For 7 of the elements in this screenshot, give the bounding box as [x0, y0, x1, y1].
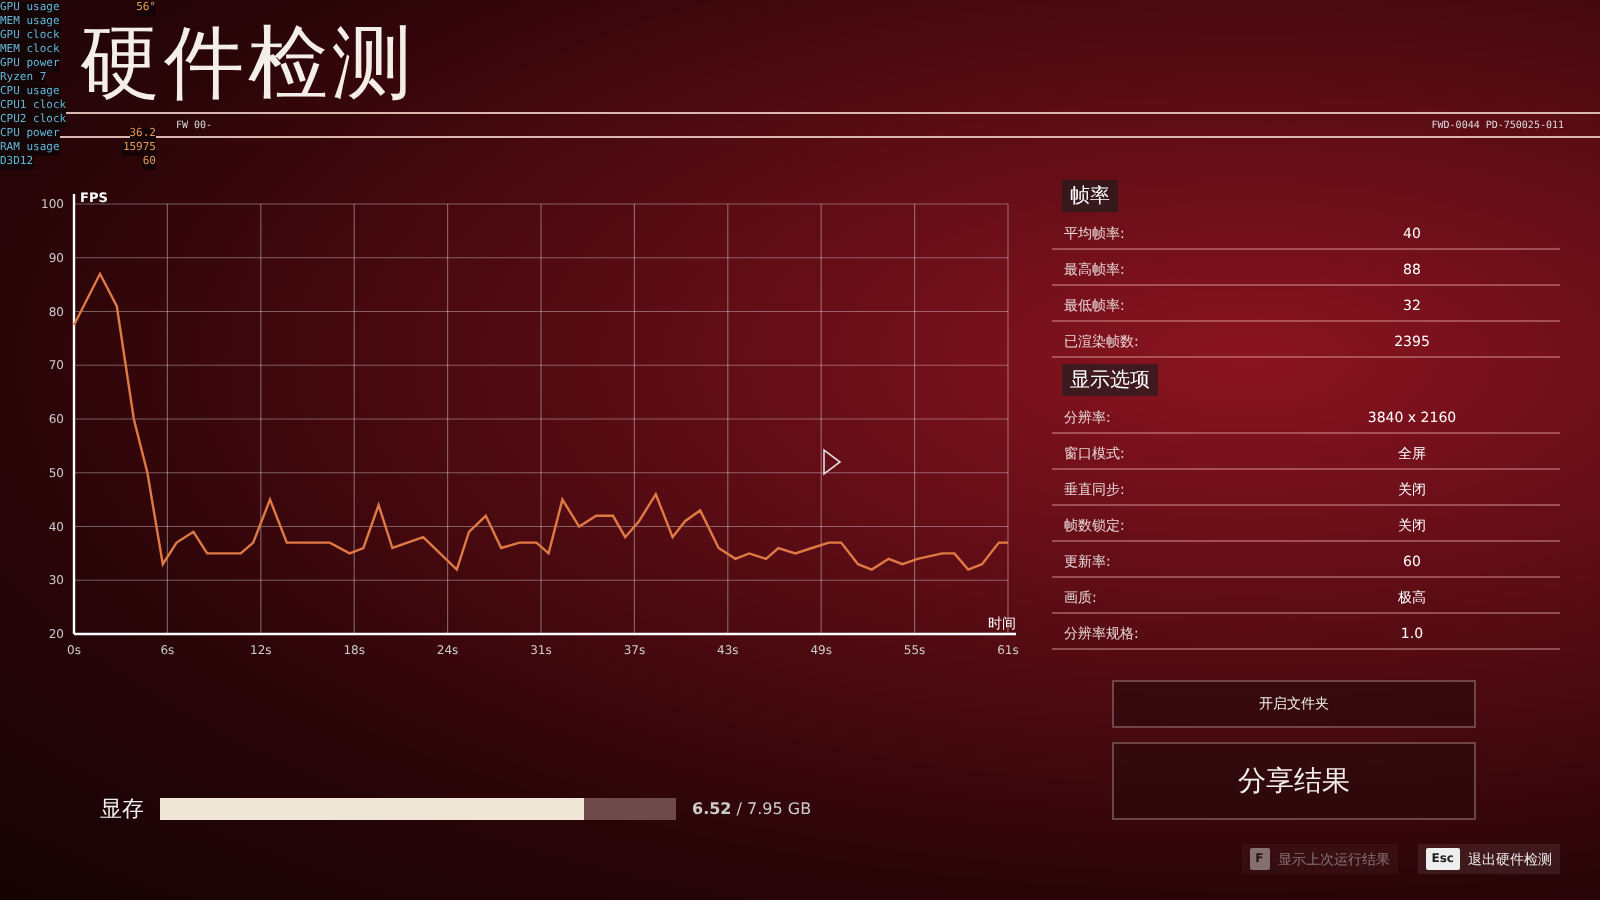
section-heading: 帧率 — [1062, 180, 1118, 212]
vram-reading: 6.52 / 7.95 GB — [692, 800, 812, 818]
cursor-icon — [823, 448, 842, 476]
section-heading: 显示选项 — [1062, 364, 1158, 396]
vram-label: 显存 — [100, 794, 144, 824]
share-button[interactable]: 分享结果 — [1112, 742, 1476, 820]
page-title: 硬件检测 — [80, 16, 418, 112]
